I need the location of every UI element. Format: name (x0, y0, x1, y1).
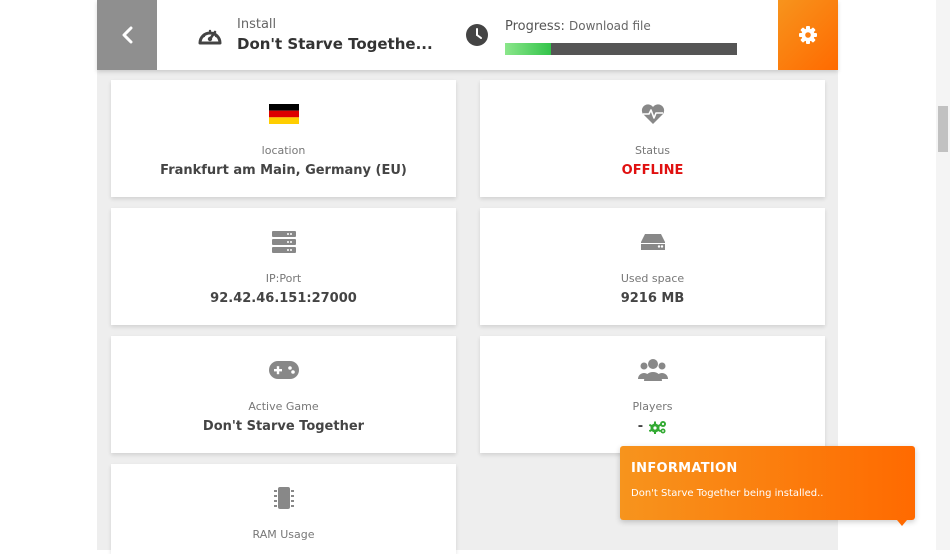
ipport-card: IP:Port 92.42.46.151:27000 (111, 208, 456, 325)
status-card: Status OFFLINE (480, 80, 825, 197)
status-value: OFFLINE (621, 163, 684, 178)
progress-label: Progress: (505, 19, 565, 34)
status-label: Status (634, 144, 671, 157)
scrollbar-thumb[interactable] (938, 106, 948, 152)
gamepad-icon (268, 361, 299, 379)
progress-step: Download file (569, 19, 651, 33)
active-game-value: Don't Starve Together (202, 419, 365, 434)
active-game-label: Active Game (248, 400, 319, 413)
settings-button[interactable] (778, 0, 838, 70)
users-icon (637, 359, 668, 381)
scrollbar-track[interactable] (936, 0, 950, 550)
heartbeat-icon (641, 104, 664, 124)
used-space-value: 9216 MB (620, 291, 685, 306)
players-value-row: - (480, 419, 825, 434)
ram-card: RAM Usage (111, 464, 456, 554)
install-game-title: Don't Starve Togethe... (237, 35, 433, 53)
toast-message: Don't Starve Together being installed.. (631, 488, 824, 499)
location-label: location (261, 144, 306, 157)
top-bar: Install Don't Starve Togethe... Progress… (97, 0, 838, 70)
install-info: Install Don't Starve Togethe... (197, 16, 433, 54)
chevron-left-icon (122, 26, 133, 44)
toast-title: INFORMATION (631, 461, 738, 476)
used-space-card: Used space 9216 MB (480, 208, 825, 325)
speedometer-icon (198, 29, 222, 45)
location-card: location Frankfurt am Main, Germany (EU) (111, 80, 456, 197)
install-label: Install (237, 17, 277, 32)
memory-chip-icon (273, 487, 294, 509)
used-space-label: Used space (620, 272, 685, 285)
clock-icon (466, 24, 488, 46)
progress-title: Progress: Download file (505, 16, 737, 37)
progress-info: Progress: Download file (465, 16, 737, 55)
players-value: - (637, 419, 644, 434)
ipport-value: 92.42.46.151:27000 (210, 291, 357, 306)
location-value: Frankfurt am Main, Germany (EU) (160, 163, 407, 178)
hard-drive-icon (640, 234, 665, 250)
cogs-icon[interactable] (649, 420, 667, 434)
progress-bar-fill (505, 43, 552, 55)
ram-label: RAM Usage (252, 528, 315, 541)
germany-flag-icon (268, 104, 299, 124)
players-label: Players (632, 400, 673, 413)
progress-bar (505, 43, 737, 55)
back-button[interactable] (97, 0, 157, 70)
information-toast[interactable]: INFORMATION Don't Starve Together being … (620, 446, 915, 526)
active-game-card: Active Game Don't Starve Together (111, 336, 456, 453)
server-icon (271, 231, 296, 253)
players-card: Players - (480, 336, 825, 453)
ipport-label: IP:Port (265, 272, 302, 285)
toast-tail (897, 520, 907, 526)
gear-icon (799, 26, 817, 44)
